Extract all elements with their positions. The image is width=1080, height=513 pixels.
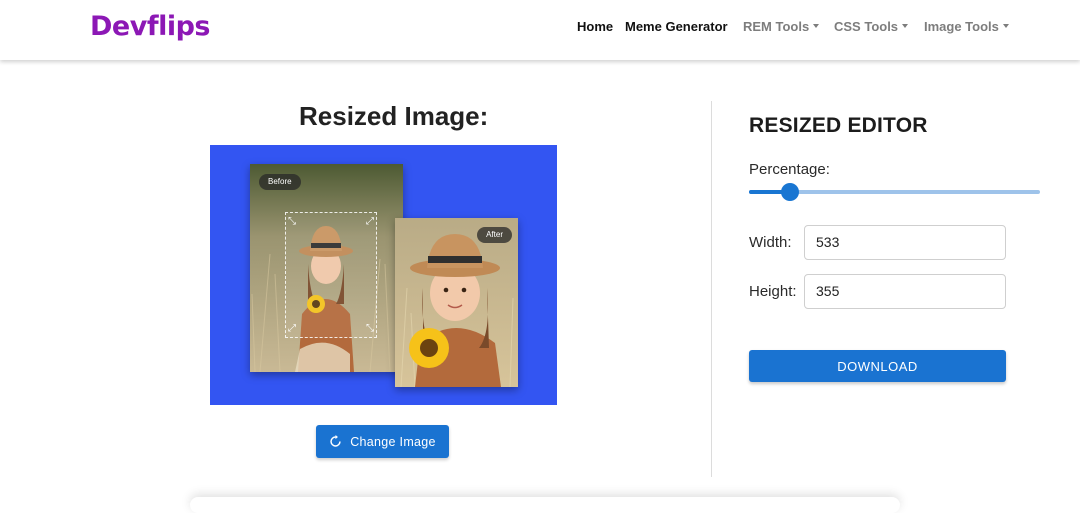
height-input[interactable]: 355 [804, 274, 1006, 309]
navbar: Devflips Home Meme Generator REM Tools C… [0, 0, 1080, 60]
resize-arrows-icon[interactable]: ⤡ [288, 217, 296, 227]
nav-meme-generator[interactable]: Meme Generator [625, 19, 728, 35]
resized-editor-title: RESIZED EDITOR [749, 114, 928, 137]
before-badge: Before [259, 174, 301, 190]
height-label: Height: [749, 283, 797, 300]
percentage-label: Percentage: [749, 161, 830, 178]
nav-css-tools-label: CSS Tools [834, 19, 899, 34]
girl-sunflower-photo [395, 218, 518, 387]
refresh-icon [330, 435, 341, 447]
slider-thumb[interactable] [781, 183, 799, 201]
crop-selection[interactable]: ⤡ ⤢ ⤢ ⤡ [285, 212, 377, 338]
before-photo: ⤡ ⤢ ⤢ ⤡ Before [250, 164, 403, 372]
resize-arrows-icon[interactable]: ⤢ [366, 217, 374, 227]
caret-down-icon [813, 24, 820, 28]
width-input[interactable]: 533 [804, 225, 1006, 260]
nav-rem-tools[interactable]: REM Tools [743, 19, 820, 35]
after-photo: After [395, 218, 518, 387]
image-preview: ⤡ ⤢ ⤢ ⤡ Before After [210, 145, 557, 405]
resize-arrows-icon[interactable]: ⤢ [288, 324, 296, 334]
caret-down-icon [1002, 24, 1009, 28]
nav-home[interactable]: Home [577, 19, 613, 35]
after-badge: After [477, 227, 512, 243]
width-label: Width: [749, 234, 792, 251]
footer-card-edge [190, 497, 900, 513]
panel-divider [711, 101, 712, 477]
download-label: DOWNLOAD [837, 358, 918, 374]
change-image-label: Change Image [350, 434, 436, 449]
nav-css-tools[interactable]: CSS Tools [834, 19, 909, 35]
change-image-button[interactable]: Change Image [316, 425, 449, 458]
resized-image-title: Resized Image: [299, 101, 489, 131]
caret-down-icon [902, 24, 909, 28]
brand-logo[interactable]: Devflips [90, 10, 210, 44]
download-button[interactable]: DOWNLOAD [749, 350, 1006, 382]
nav-image-tools-label: Image Tools [924, 19, 999, 34]
nav-rem-tools-label: REM Tools [743, 19, 810, 34]
nav-image-tools[interactable]: Image Tools [924, 19, 1009, 35]
resize-arrows-icon[interactable]: ⤡ [366, 324, 374, 334]
percentage-slider[interactable] [749, 181, 1040, 203]
